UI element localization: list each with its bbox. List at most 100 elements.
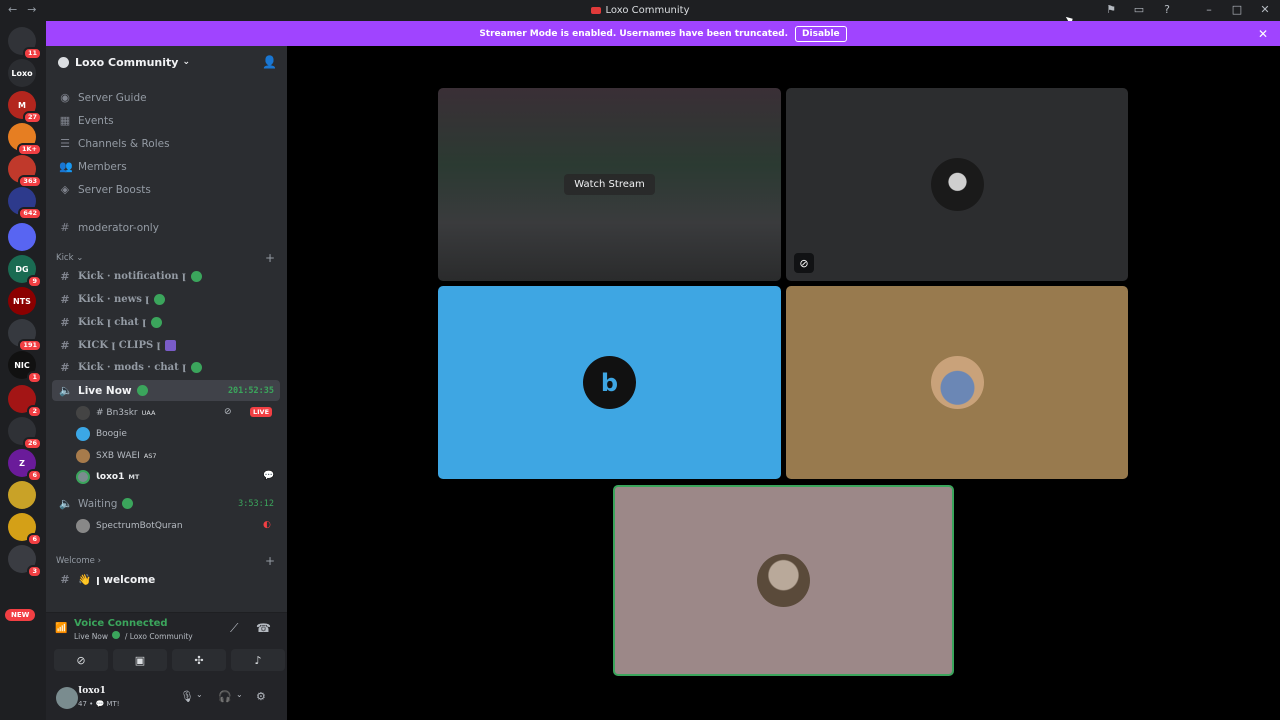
- server-label: Z: [19, 458, 25, 468]
- hash-icon: #: [60, 221, 70, 234]
- server-icon[interactable]: 642: [8, 187, 42, 220]
- menu-events[interactable]: ▦ Events: [52, 110, 280, 131]
- watch-stream-button[interactable]: Watch Stream: [564, 174, 655, 195]
- inbox-icon[interactable]: ▭: [1132, 3, 1146, 16]
- channel-kick-mods-chat[interactable]: # Kick · mods · chat ꞁ: [52, 357, 280, 378]
- streamer-mode-banner: Streamer Mode is enabled. Usernames have…: [46, 21, 1280, 46]
- menu-members[interactable]: 👥 Members: [52, 156, 280, 177]
- server-icon[interactable]: NIC 1: [8, 351, 42, 384]
- stream-tile[interactable]: Watch Stream: [438, 88, 781, 281]
- menu-label: Members: [78, 160, 127, 173]
- soundboard-button[interactable]: ♪: [231, 649, 285, 671]
- gear-icon[interactable]: ⚙: [256, 690, 266, 703]
- channel-sidebar: Loxo Community ⌄ 👤 ◉ Server Guide ▦ Events…: [46, 46, 287, 720]
- server-icon[interactable]: 191: [8, 319, 42, 352]
- menu-channels-roles[interactable]: ☰ Channels & Roles: [52, 133, 280, 154]
- avatar[interactable]: [56, 687, 78, 709]
- server-icon[interactable]: M 27: [8, 91, 42, 124]
- server-label: DG: [15, 264, 29, 274]
- server-icon[interactable]: Loxo: [8, 59, 36, 87]
- signal-icon: 📶: [55, 623, 68, 634]
- server-icon[interactable]: Z6: [8, 449, 42, 482]
- microphone-icon[interactable]: 🎙: [180, 690, 194, 703]
- status-dot: [190, 271, 202, 282]
- hash-icon: #: [60, 361, 70, 374]
- server-icon[interactable]: [8, 223, 36, 251]
- add-channel-icon[interactable]: +: [265, 251, 275, 265]
- user-name: SXB WAEI: [96, 450, 140, 461]
- avatar: [76, 405, 90, 420]
- server-icon[interactable]: [8, 481, 36, 509]
- menu-server-guide[interactable]: ◉ Server Guide: [52, 87, 280, 108]
- mention-badge: 27: [22, 111, 42, 124]
- menu-server-boosts[interactable]: ◈ Server Boosts: [52, 179, 280, 200]
- participant-tile[interactable]: ⊘: [786, 88, 1128, 281]
- voice-channel-waiting[interactable]: 🔈 Waiting 3:53:12: [52, 493, 280, 514]
- close-banner-icon[interactable]: ✕: [1258, 27, 1268, 41]
- hash-icon: #: [60, 316, 70, 329]
- server-icon[interactable]: 3: [8, 545, 42, 578]
- username[interactable]: Ɩoxo1: [78, 686, 106, 696]
- participant-tile[interactable]: [786, 286, 1128, 479]
- server-icon[interactable]: 363: [8, 155, 42, 188]
- category-kick[interactable]: Kick ⌄ +: [56, 251, 275, 265]
- voice-channel-live-now[interactable]: 🔈 Live Now 201:52:35: [52, 380, 280, 401]
- participant-tile[interactable]: b: [438, 286, 781, 479]
- user-name: Ɩoxo1: [96, 471, 125, 482]
- wave-icon: 👋: [78, 574, 92, 586]
- share-screen-button[interactable]: ▣: [113, 649, 167, 671]
- invite-icon[interactable]: 👤: [262, 55, 277, 69]
- channel-kick-chat[interactable]: # Kick ꞁ chat ꞁ: [52, 312, 280, 333]
- voice-status[interactable]: Voice Connected: [74, 618, 168, 629]
- minimize-icon[interactable]: –: [1202, 3, 1216, 16]
- server-icon[interactable]: 6: [8, 513, 42, 546]
- app-logo-icon: [590, 6, 601, 14]
- headphones-icon[interactable]: 🎧: [218, 690, 232, 703]
- voice-user[interactable]: # Bn3skr UAA: [76, 403, 155, 422]
- server-icon[interactable]: 2: [8, 385, 42, 418]
- chevron-down-icon[interactable]: ⌄: [236, 690, 243, 699]
- chat-icon[interactable]: 💬: [263, 471, 274, 481]
- server-icon[interactable]: 26: [8, 417, 42, 450]
- server-label: NTS: [13, 296, 31, 306]
- channel-welcome[interactable]: # 👋 ꞁ welcome: [52, 569, 280, 590]
- close-icon[interactable]: ✕: [1258, 3, 1272, 16]
- noise-suppression-icon[interactable]: ⟋: [230, 621, 238, 636]
- voice-user[interactable]: SpectrumBotQuran: [76, 516, 183, 535]
- server-icon[interactable]: NTS: [8, 287, 36, 315]
- server-header[interactable]: Loxo Community ⌄ 👤: [46, 46, 287, 78]
- mention-badge: 6: [27, 469, 42, 482]
- voice-user[interactable]: Boogie: [76, 424, 127, 443]
- category-welcome[interactable]: Welcome › +: [56, 554, 275, 568]
- mention-badge: 2: [27, 405, 42, 418]
- participant-tile-speaking[interactable]: [613, 485, 954, 676]
- voice-user[interactable]: SXB WAEI AS7: [76, 446, 157, 465]
- server-icon[interactable]: 1K+: [8, 123, 42, 156]
- channel-kick-notification[interactable]: # Kick · notification ꞁ: [52, 266, 280, 287]
- activities-button[interactable]: ✣: [172, 649, 226, 671]
- channel-moderator-only[interactable]: # moderator-only: [52, 217, 280, 238]
- help-icon[interactable]: ?: [1160, 3, 1174, 16]
- channel-kick-clips[interactable]: # KICK ꞁ CLIPS ꞁ: [52, 335, 280, 356]
- camera-off-icon: ⊘: [794, 253, 814, 273]
- voice-user[interactable]: Ɩoxo1 MT: [76, 467, 139, 486]
- chevron-down-icon[interactable]: ⌄: [196, 690, 203, 699]
- camera-button[interactable]: ⊘: [54, 649, 108, 671]
- disable-button[interactable]: Disable: [795, 25, 847, 42]
- channel-label: Waiting: [78, 497, 118, 510]
- mention-badge: 642: [18, 207, 42, 220]
- maximize-icon[interactable]: □: [1230, 3, 1244, 16]
- server-icon[interactable]: DG 9: [8, 255, 42, 288]
- channel-kick-news[interactable]: # Kick · news ꞁ: [52, 289, 280, 310]
- server-icon[interactable]: 11: [8, 27, 42, 60]
- disconnect-icon[interactable]: ☎: [256, 621, 271, 635]
- voice-location[interactable]: Live Now / Loxo Community: [74, 631, 193, 641]
- window-title: Loxo Community: [0, 5, 1280, 16]
- avatar: [757, 554, 810, 607]
- pin-icon[interactable]: ⚑: [1104, 3, 1118, 16]
- add-channel-icon[interactable]: +: [265, 554, 275, 568]
- status-dot: [112, 631, 121, 639]
- new-pill[interactable]: NEW: [5, 609, 36, 621]
- avatar: [76, 426, 90, 441]
- server-label: M: [18, 100, 26, 110]
